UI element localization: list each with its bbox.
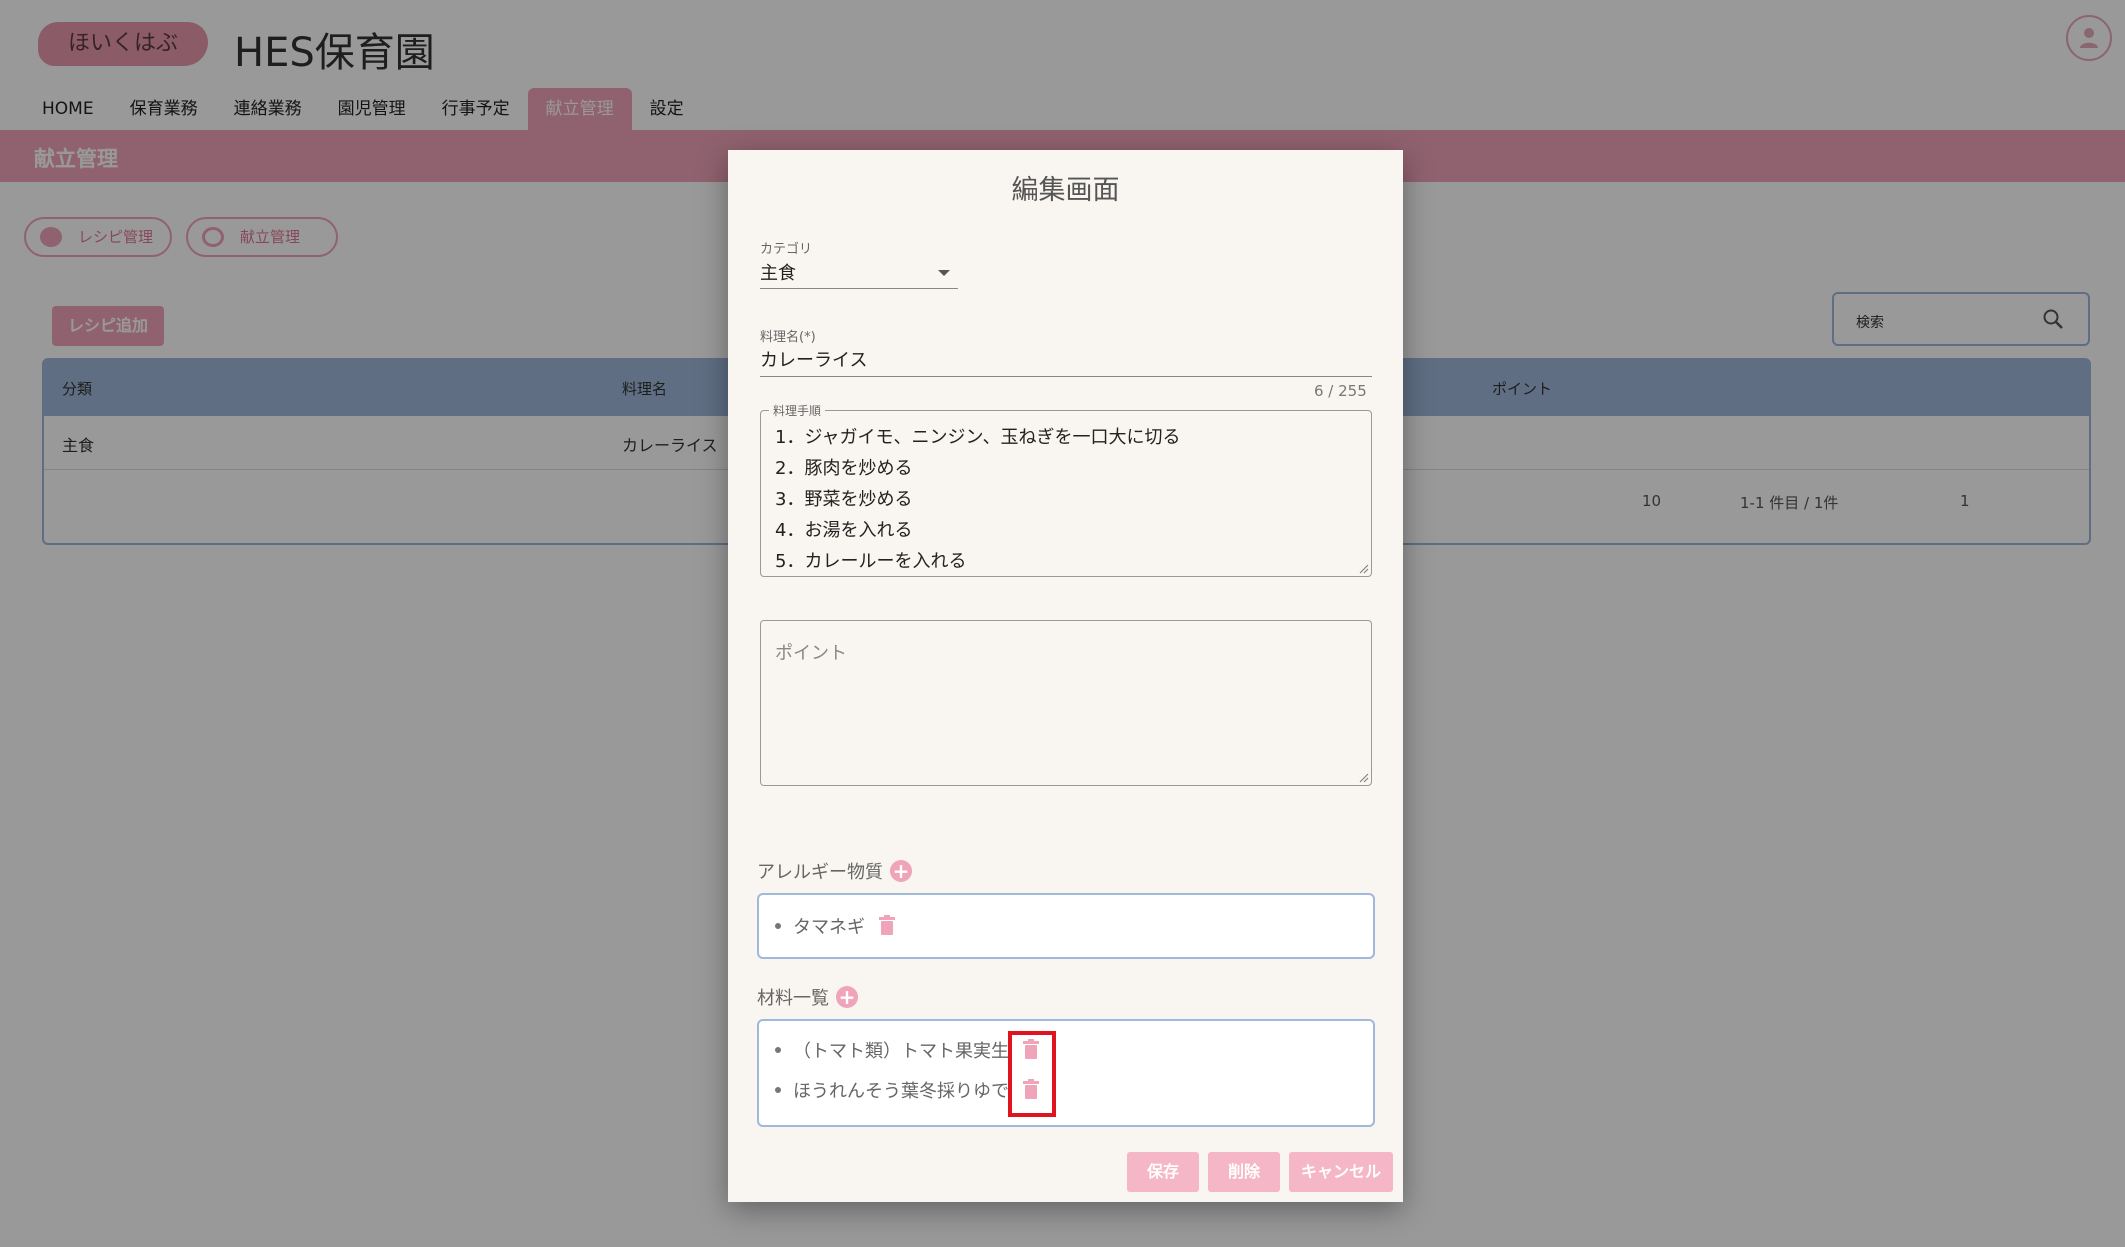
category-underline [760,288,958,289]
dish-name-label: 料理名(*) [760,330,816,345]
step-line: 5．カレールーを入れる [775,551,967,572]
chevron-down-icon[interactable] [938,270,950,276]
steps-label: 料理手順 [769,402,826,419]
dish-name-counter: 6 / 255 [1314,382,1367,400]
allergens-label: アレルギー物質 [757,862,883,883]
ingredient-item: ほうれんそう葉冬採りゆで [775,1077,1009,1103]
add-allergen-icon[interactable]: + [890,860,912,882]
allergen-item: タマネギ [775,913,865,939]
delete-button[interactable]: 削除 [1208,1152,1280,1192]
dialog-title: 編集画面 [1011,175,1120,206]
steps-textarea[interactable]: 料理手順 1．ジャガイモ、ニンジン、玉ねぎを一口大に切る 2．豚肉を炒める 3．… [760,402,1372,577]
bullet-icon [775,1087,781,1093]
ingredient-name: ほうれんそう葉冬採りゆで [793,1081,1009,1102]
edit-dialog: 編集画面 カテゴリ 主食 料理名(*) カレーライス 6 / 255 料理手順 … [728,150,1403,1202]
resize-handle-icon[interactable] [1359,773,1369,783]
step-line: 3．野菜を炒める [775,489,913,510]
step-line: 1．ジャガイモ、ニンジン、玉ねぎを一口大に切る [775,427,1181,448]
cancel-button[interactable]: キャンセル [1289,1152,1393,1192]
step-line: 2．豚肉を炒める [775,458,913,479]
step-line: 4．お湯を入れる [775,520,913,541]
add-ingredient-icon[interactable]: + [836,986,858,1008]
resize-handle-icon[interactable] [1359,564,1369,574]
category-select[interactable]: 主食 [760,259,796,285]
allergens-list: タマネギ [757,893,1375,959]
dish-name-input[interactable]: カレーライス [760,346,867,372]
highlight-box [1008,1031,1056,1117]
ingredients-list: （トマト類）トマト果実生 ほうれんそう葉冬採りゆで [757,1019,1375,1127]
point-placeholder: ポイント [775,643,847,664]
allergen-name: タマネギ [793,917,865,938]
delete-allergen-trash-icon[interactable] [879,915,895,935]
ingredient-item: （トマト類）トマト果実生 [775,1037,1009,1063]
ingredient-name: （トマト類）トマト果実生 [793,1041,1009,1062]
save-button[interactable]: 保存 [1127,1152,1199,1192]
ingredients-label: 材料一覧 [757,988,829,1009]
bullet-icon [775,923,781,929]
bullet-icon [775,1047,781,1053]
point-textarea[interactable]: ポイント [760,620,1372,786]
category-label: カテゴリ [760,242,813,257]
dish-name-underline [760,376,1372,377]
